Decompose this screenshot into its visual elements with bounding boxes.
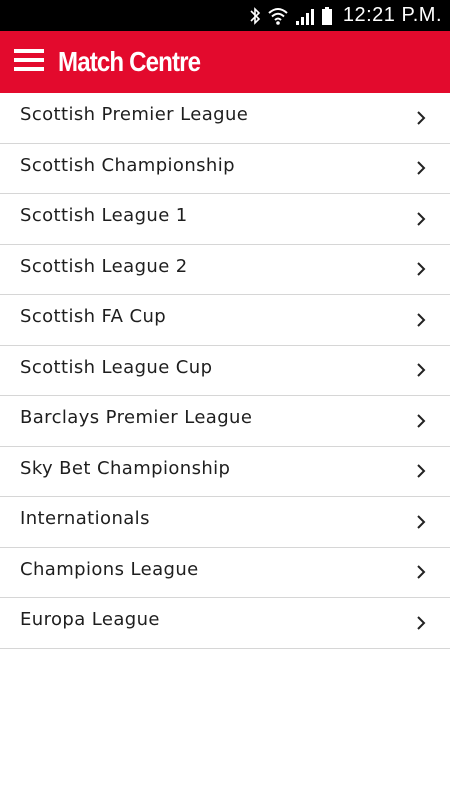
list-item-label: Champions League [20,558,199,580]
status-bar: 12:21 P.M. [0,0,450,31]
list-item-label: Scottish Premier League [20,104,249,126]
list-item[interactable]: Sky Bet Championship [0,447,450,497]
list-item-label: Europa League [20,609,160,631]
list-item[interactable]: Internationals [0,497,450,548]
list-item[interactable]: Champions League [0,548,450,598]
chevron-right-icon [416,358,426,382]
chevron-right-icon [416,106,426,130]
status-time: 12:21 P.M. [342,4,442,26]
list-item-label: Internationals [20,508,150,530]
menu-button[interactable] [0,31,58,93]
list-item[interactable]: Scottish League Cup [0,346,450,396]
signal-icon [295,6,315,26]
chevron-right-icon [416,611,426,635]
chevron-right-icon [416,560,426,584]
page-title: Match Centre [58,46,201,77]
status-icons: 12:21 P.M. [249,0,442,31]
list-item[interactable]: Scottish League 2 [0,245,450,295]
list-item[interactable]: Scottish Premier League [0,93,450,144]
chevron-right-icon [416,308,426,332]
chevron-right-icon [416,207,426,231]
chevron-right-icon [416,257,426,281]
list-item[interactable]: Scottish League 1 [0,194,450,245]
league-list: Scottish Premier League Scottish Champio… [0,93,450,649]
list-item-label: Sky Bet Championship [20,457,231,479]
list-item[interactable]: Barclays Premier League [0,396,450,447]
battery-icon [321,6,333,26]
wifi-icon [267,6,289,26]
list-item-label: Scottish FA Cup [20,306,167,328]
list-item-label: Barclays Premier League [20,407,253,429]
chevron-right-icon [416,409,426,433]
hamburger-menu-icon [14,48,44,76]
list-item-label: Scottish League 1 [20,205,188,227]
list-item[interactable]: Scottish FA Cup [0,295,450,346]
list-item-label: Scottish League 2 [20,255,188,277]
list-item[interactable]: Scottish Championship [0,144,450,194]
app-bar: Match Centre [0,31,450,93]
list-item-label: Scottish League Cup [20,356,213,378]
bluetooth-icon [249,6,261,26]
chevron-right-icon [416,510,426,534]
list-item[interactable]: Europa League [0,598,450,649]
list-item-label: Scottish Championship [20,154,235,176]
chevron-right-icon [416,156,426,180]
chevron-right-icon [416,459,426,483]
